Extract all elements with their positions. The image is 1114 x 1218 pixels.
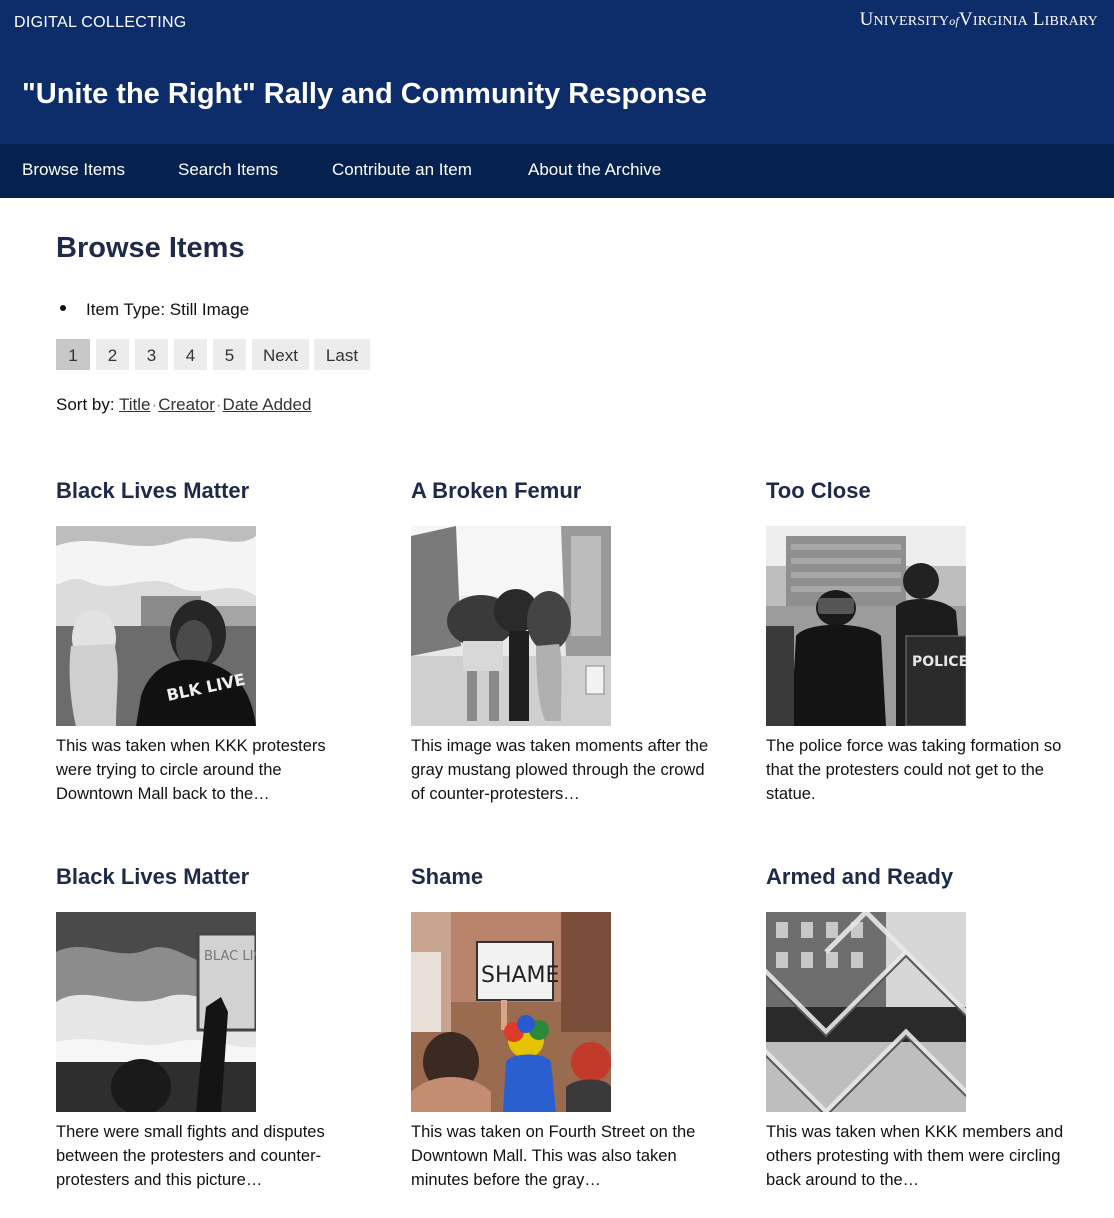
- logo-letters: IRGINIA: [972, 14, 1028, 29]
- uva-library-logo[interactable]: UNIVERSITYofVIRGINIA LIBRARY: [860, 9, 1098, 31]
- page-2-link[interactable]: 2: [96, 339, 129, 370]
- photo-riot-police-icon: POLICE: [766, 526, 966, 726]
- item-title-link[interactable]: Shame: [411, 864, 483, 890]
- logo-letter: V: [958, 9, 973, 30]
- photo-sign-text: SHAME: [481, 963, 559, 988]
- page-4-link[interactable]: 4: [174, 339, 207, 370]
- page-5-link[interactable]: 5: [213, 339, 246, 370]
- item-description: This was taken on Fourth Street on the D…: [411, 1123, 696, 1189]
- item-title-link[interactable]: A Broken Femur: [411, 478, 581, 504]
- photo-woman-protester-icon: BLK LIVE: [56, 526, 256, 726]
- item-thumbnail[interactable]: SHAME: [411, 912, 611, 1112]
- logo-letter: L: [1032, 9, 1045, 30]
- item-thumbnail[interactable]: BLK LIVE: [56, 526, 256, 726]
- page-1-current: 1: [56, 339, 90, 370]
- logo-letter: U: [859, 9, 874, 30]
- photo-sign-text: POLICE: [912, 654, 966, 670]
- main-nav: Browse Items Search Items Contribute an …: [0, 144, 1114, 198]
- logo-letters: NIVERSITY: [873, 14, 950, 29]
- photo-shame-sign-icon: SHAME: [411, 912, 611, 1112]
- photo-sign-text: BLAC LIVE MA: [204, 949, 256, 964]
- photo-people-carrying-injured-icon: [411, 526, 611, 726]
- last-page-link[interactable]: Last: [314, 339, 370, 370]
- nav-search-items[interactable]: Search Items: [178, 160, 278, 180]
- item-description: This was taken when KKK members and othe…: [766, 1123, 1064, 1189]
- site-title[interactable]: "Unite the Right" Rally and Community Re…: [22, 78, 707, 111]
- item-thumbnail[interactable]: [411, 526, 611, 726]
- site-header: DIGITAL COLLECTING UNIVERSITYofVIRGINIA …: [0, 0, 1114, 144]
- active-filter: Item Type: Still Image: [60, 300, 249, 320]
- item-title-link[interactable]: Armed and Ready: [766, 864, 953, 890]
- next-page-link[interactable]: Next: [252, 339, 309, 370]
- photo-raised-sign-icon: BLAC LIVE MA: [56, 912, 256, 1112]
- item-description: This was taken when KKK protesters were …: [56, 737, 326, 803]
- site-label[interactable]: DIGITAL COLLECTING: [14, 14, 187, 32]
- nav-about-archive[interactable]: About the Archive: [528, 160, 661, 180]
- item-thumbnail[interactable]: POLICE: [766, 526, 966, 726]
- item-title-link[interactable]: Black Lives Matter: [56, 478, 249, 504]
- item-description: The police force was taking formation so…: [766, 737, 1062, 803]
- item-thumbnail[interactable]: [766, 912, 966, 1112]
- page-title: Browse Items: [56, 232, 245, 264]
- sort-options: Sort by: Title·Creator·Date Added: [56, 395, 312, 414]
- logo-letters: IBRARY: [1044, 14, 1098, 29]
- page-3-link[interactable]: 3: [135, 339, 168, 370]
- photo-chain-fence-icon: [766, 912, 966, 1112]
- sort-by-creator-link[interactable]: Creator: [158, 395, 215, 414]
- logo-of: of: [949, 14, 959, 28]
- nav-contribute-item[interactable]: Contribute an Item: [332, 160, 472, 180]
- item-title-link[interactable]: Too Close: [766, 478, 871, 504]
- sort-by-date-added-link[interactable]: Date Added: [223, 395, 312, 414]
- sort-label: Sort by:: [56, 395, 115, 414]
- item-title-link[interactable]: Black Lives Matter: [56, 864, 249, 890]
- item-description: This image was taken moments after the g…: [411, 737, 709, 803]
- filter-label: Item Type: Still Image: [86, 300, 250, 319]
- item-thumbnail[interactable]: BLAC LIVE MA: [56, 912, 256, 1112]
- bullet-icon: [60, 304, 66, 311]
- item-description: There were small fights and disputes bet…: [56, 1123, 325, 1189]
- nav-browse-items[interactable]: Browse Items: [22, 160, 125, 180]
- sort-by-title-link[interactable]: Title: [119, 395, 151, 414]
